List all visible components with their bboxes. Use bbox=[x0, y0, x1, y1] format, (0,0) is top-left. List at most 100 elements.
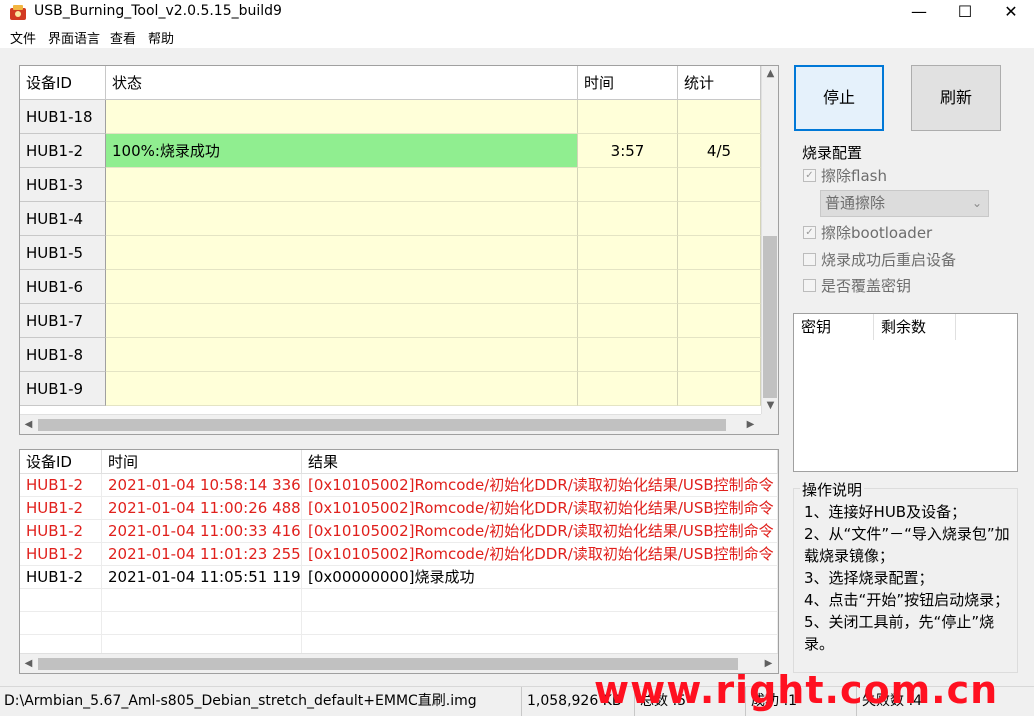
menu-language[interactable]: 界面语言 bbox=[48, 28, 100, 47]
watermark-text: www.right.com.cn bbox=[594, 668, 999, 712]
erase-flash-checkbox[interactable]: ✓ bbox=[803, 169, 816, 182]
reboot-after-label: 烧录成功后重启设备 bbox=[821, 251, 957, 269]
help-group-title: 操作说明 bbox=[800, 479, 865, 500]
col-time[interactable]: 时间 bbox=[578, 66, 678, 100]
erase-bootloader-checkbox[interactable]: ✓ bbox=[803, 226, 816, 239]
key-col-key[interactable]: 密钥 bbox=[794, 314, 874, 340]
menu-help[interactable]: 帮助 bbox=[148, 28, 174, 47]
log-row-empty bbox=[20, 589, 778, 612]
minimize-button[interactable]: — bbox=[896, 0, 942, 26]
stat-cell bbox=[678, 168, 761, 202]
log-result: [0x00000000]烧录成功 bbox=[302, 566, 778, 589]
log-device-id: HUB1-2 bbox=[20, 520, 102, 543]
log-device-id: HUB1-2 bbox=[20, 474, 102, 497]
time-cell bbox=[578, 338, 678, 372]
device-grid[interactable]: 设备ID 状态 时间 统计 HUB1-18 HUB1-2 100%:烧录成功 3… bbox=[19, 65, 779, 435]
log-row[interactable]: HUB1-2 2021-01-04 11:05:51 119 [0x000000… bbox=[20, 566, 778, 589]
log-time bbox=[102, 589, 302, 612]
erase-mode-select[interactable]: 普通擦除 ⌄ bbox=[820, 190, 989, 217]
log-time: 2021-01-04 10:58:14 336 bbox=[102, 474, 302, 497]
log-col-device-id[interactable]: 设备ID bbox=[20, 450, 102, 474]
scroll-up-icon[interactable]: ▲ bbox=[762, 68, 778, 79]
stat-cell bbox=[678, 372, 761, 406]
time-cell bbox=[578, 202, 678, 236]
log-result bbox=[302, 612, 778, 635]
time-cell bbox=[578, 372, 678, 406]
status-cell bbox=[106, 100, 578, 134]
stat-cell bbox=[678, 270, 761, 304]
device-id-cell: HUB1-9 bbox=[20, 372, 106, 406]
log-col-result[interactable]: 结果 bbox=[302, 450, 778, 474]
key-list[interactable]: 密钥 剩余数 bbox=[793, 313, 1018, 472]
log-row-empty bbox=[20, 612, 778, 635]
log-time: 2021-01-04 11:00:26 488 bbox=[102, 497, 302, 520]
log-result: [0x10105002]Romcode/初始化DDR/读取初始化结果/USB控制… bbox=[302, 474, 778, 497]
device-id-cell: HUB1-5 bbox=[20, 236, 106, 270]
menu-file[interactable]: 文件 bbox=[10, 28, 36, 47]
log-device-id: HUB1-2 bbox=[20, 497, 102, 520]
grid-header: 设备ID 状态 时间 统计 bbox=[20, 66, 761, 100]
scroll-left-icon[interactable]: ◀ bbox=[20, 658, 37, 669]
stat-cell bbox=[678, 202, 761, 236]
log-result bbox=[302, 589, 778, 612]
reboot-after-checkbox[interactable] bbox=[803, 253, 816, 266]
log-col-time[interactable]: 时间 bbox=[102, 450, 302, 474]
log-header: 设备ID 时间 结果 bbox=[20, 450, 778, 474]
scroll-left-icon[interactable]: ◀ bbox=[20, 419, 37, 430]
device-id-cell: HUB1-6 bbox=[20, 270, 106, 304]
grid-horizontal-scrollbar[interactable]: ◀ ▶ bbox=[20, 414, 761, 434]
status-cell bbox=[106, 304, 578, 338]
grid-vertical-scroll-thumb[interactable] bbox=[763, 236, 777, 398]
close-button[interactable]: ✕ bbox=[988, 0, 1034, 26]
grid-row[interactable]: HUB1-7 bbox=[20, 304, 761, 338]
app-icon bbox=[10, 5, 26, 20]
erase-flash-label: 擦除flash bbox=[821, 167, 887, 185]
time-cell bbox=[578, 304, 678, 338]
device-id-cell: HUB1-3 bbox=[20, 168, 106, 202]
grid-row[interactable]: HUB1-4 bbox=[20, 202, 761, 236]
log-result: [0x10105002]Romcode/初始化DDR/读取初始化结果/USB控制… bbox=[302, 520, 778, 543]
menu-view[interactable]: 查看 bbox=[110, 28, 136, 47]
log-device-id: HUB1-2 bbox=[20, 543, 102, 566]
grid-row[interactable]: HUB1-3 bbox=[20, 168, 761, 202]
log-time: 2021-01-04 11:05:51 119 bbox=[102, 566, 302, 589]
scroll-right-icon[interactable]: ▶ bbox=[742, 419, 759, 430]
log-row[interactable]: HUB1-2 2021-01-04 11:00:26 488 [0x101050… bbox=[20, 497, 778, 520]
status-cell bbox=[106, 372, 578, 406]
stop-button[interactable]: 停止 bbox=[794, 65, 884, 131]
grid-horizontal-scroll-thumb[interactable] bbox=[38, 419, 726, 431]
refresh-button[interactable]: 刷新 bbox=[911, 65, 1001, 131]
log-row[interactable]: HUB1-2 2021-01-04 10:58:14 336 [0x101050… bbox=[20, 474, 778, 497]
grid-vertical-scrollbar[interactable]: ▲ ▼ bbox=[761, 66, 778, 414]
grid-row[interactable]: HUB1-5 bbox=[20, 236, 761, 270]
key-col-remaining[interactable]: 剩余数 bbox=[874, 314, 956, 340]
overwrite-key-checkbox[interactable] bbox=[803, 279, 816, 292]
config-group-title: 烧录配置 bbox=[800, 142, 865, 163]
grid-row[interactable]: HUB1-9 bbox=[20, 372, 761, 406]
log-device-id bbox=[20, 589, 102, 612]
log-time bbox=[102, 612, 302, 635]
log-device-id: HUB1-2 bbox=[20, 566, 102, 589]
grid-row[interactable]: HUB1-6 bbox=[20, 270, 761, 304]
device-id-cell: HUB1-18 bbox=[20, 100, 106, 134]
col-stat[interactable]: 统计 bbox=[678, 66, 761, 100]
status-cell bbox=[106, 202, 578, 236]
help-group: 1、连接好HUB及设备； 2、从“文件”－“导入烧录包”加载烧录镜像； 3、选择… bbox=[793, 488, 1018, 673]
grid-row[interactable]: HUB1-2 100%:烧录成功 3:57 4/5 bbox=[20, 134, 761, 168]
maximize-button[interactable]: ☐ bbox=[942, 0, 988, 26]
grid-row[interactable]: HUB1-8 bbox=[20, 338, 761, 372]
scroll-down-icon[interactable]: ▼ bbox=[762, 400, 778, 411]
time-cell bbox=[578, 236, 678, 270]
col-status[interactable]: 状态 bbox=[106, 66, 578, 100]
log-result: [0x10105002]Romcode/初始化DDR/读取初始化结果/USB控制… bbox=[302, 497, 778, 520]
col-device-id[interactable]: 设备ID bbox=[20, 66, 106, 100]
log-time: 2021-01-04 11:01:23 255 bbox=[102, 543, 302, 566]
chevron-down-icon: ⌄ bbox=[971, 196, 982, 210]
device-id-cell: HUB1-2 bbox=[20, 134, 106, 168]
grid-row[interactable]: HUB1-18 bbox=[20, 100, 761, 134]
log-list[interactable]: 设备ID 时间 结果 HUB1-2 2021-01-04 10:58:14 33… bbox=[19, 449, 779, 674]
erase-mode-value: 普通擦除 bbox=[825, 194, 886, 212]
log-row[interactable]: HUB1-2 2021-01-04 11:00:33 416 [0x101050… bbox=[20, 520, 778, 543]
overwrite-key-label: 是否覆盖密钥 bbox=[821, 277, 912, 295]
log-row[interactable]: HUB1-2 2021-01-04 11:01:23 255 [0x101050… bbox=[20, 543, 778, 566]
